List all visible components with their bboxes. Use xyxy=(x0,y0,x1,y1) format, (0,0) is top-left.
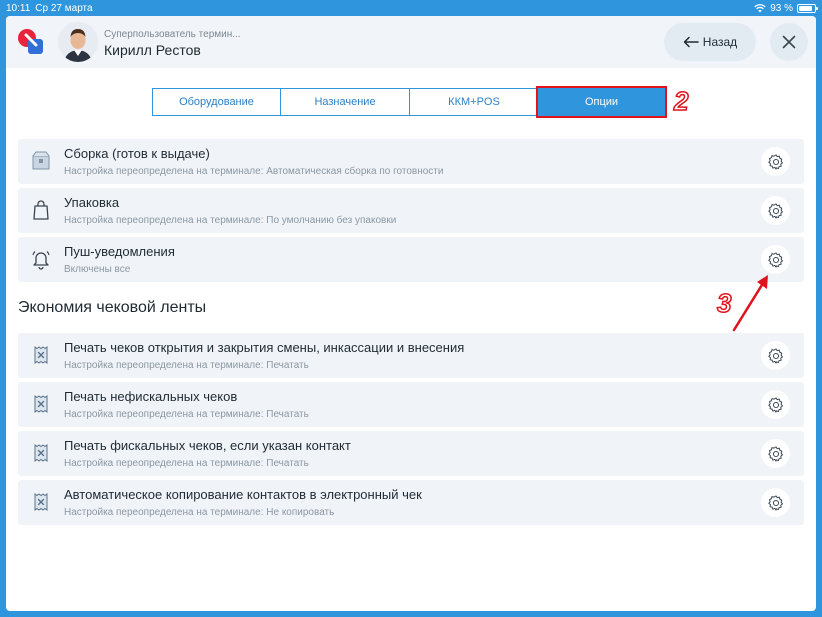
close-button[interactable] xyxy=(770,23,808,61)
receipt-icon xyxy=(34,493,48,511)
tab-equipment[interactable]: Оборудование xyxy=(152,88,281,116)
list-item-subtitle: Настройка переопределена на терминале: П… xyxy=(64,458,309,469)
section-title: Экономия чековой ленты xyxy=(18,299,207,316)
user-name: Кирилл Рестов xyxy=(104,42,201,58)
gear-icon xyxy=(767,153,783,170)
app-window: Суперпользователь термин... Кирилл Ресто… xyxy=(6,16,816,611)
list-item-subtitle: Включены все xyxy=(64,264,131,275)
gear-icon xyxy=(767,202,783,219)
settings-button[interactable] xyxy=(761,390,790,419)
list-item-subtitle: Настройка переопределена на терминале: П… xyxy=(64,409,309,420)
list-item-title: Печать фискальных чеков, если указан кон… xyxy=(64,438,351,453)
battery-icon xyxy=(797,3,818,13)
tab-bar: Оборудование Назначение ККМ+POS Опции xyxy=(152,86,667,118)
box-icon xyxy=(32,151,50,170)
receipt-options-list: Печать чеков открытия и закрытия смены, … xyxy=(18,333,804,529)
tab-kkm-pos[interactable]: ККМ+POS xyxy=(409,88,539,116)
annotation-arrow xyxy=(732,275,768,332)
status-bar: 10:11 Ср 27 марта 93 % xyxy=(0,0,822,16)
arrow-left-icon xyxy=(683,36,699,48)
list-item-title: Автоматическое копирование контактов в э… xyxy=(64,487,422,502)
list-item: Упаковка Настройка переопределена на тер… xyxy=(18,188,804,233)
receipt-icon xyxy=(34,346,48,364)
receipt-icon xyxy=(34,395,48,413)
list-item: Печать чеков открытия и закрытия смены, … xyxy=(18,333,804,378)
list-item: Печать нефискальных чеков Настройка пере… xyxy=(18,382,804,427)
gear-icon xyxy=(767,396,783,413)
avatar xyxy=(58,22,98,62)
tab-options[interactable]: Опции xyxy=(536,86,667,118)
gear-icon xyxy=(767,445,783,462)
list-item: Пуш-уведомления Включены все xyxy=(18,237,804,282)
list-item-title: Печать чеков открытия и закрытия смены, … xyxy=(64,340,465,355)
list-item: Печать фискальных чеков, если указан кон… xyxy=(18,431,804,476)
bag-icon xyxy=(33,200,49,220)
list-item-title: Пуш-уведомления xyxy=(64,244,175,259)
wifi-icon xyxy=(754,3,766,12)
settings-button[interactable] xyxy=(761,488,790,517)
list-item-subtitle: Настройка переопределена на терминале: П… xyxy=(64,360,309,371)
settings-button[interactable] xyxy=(761,341,790,370)
receipt-icon xyxy=(34,444,48,462)
gear-icon xyxy=(767,347,783,364)
user-role: Суперпользователь термин... xyxy=(104,29,241,40)
back-button-label: Назад xyxy=(702,35,738,49)
back-button[interactable]: Назад xyxy=(664,23,756,61)
list-item-subtitle: Настройка переопределена на терминале: П… xyxy=(64,215,397,226)
settings-button[interactable] xyxy=(761,196,790,225)
close-icon xyxy=(782,35,796,49)
status-date: Ср 27 марта xyxy=(35,2,93,14)
bell-icon xyxy=(32,251,50,270)
gear-icon xyxy=(767,251,783,268)
gear-icon xyxy=(767,494,783,511)
list-item-subtitle: Настройка переопределена на терминале: А… xyxy=(64,166,444,177)
list-item-title: Упаковка xyxy=(64,195,120,210)
header: Суперпользователь термин... Кирилл Ресто… xyxy=(6,16,816,68)
list-item: Сборка (готов к выдаче) Настройка переоп… xyxy=(18,139,804,184)
list-item-title: Сборка (готов к выдаче) xyxy=(64,146,210,161)
list-item-subtitle: Настройка переопределена на терминале: Н… xyxy=(64,507,335,518)
annotation-marker-3: 3 xyxy=(716,287,732,319)
settings-button[interactable] xyxy=(761,439,790,468)
options-list: Сборка (готов к выдаче) Настройка переоп… xyxy=(18,139,804,286)
battery-level: 93 % xyxy=(770,2,793,14)
tab-assignment[interactable]: Назначение xyxy=(280,88,410,116)
settings-button[interactable] xyxy=(761,147,790,176)
annotation-marker-2: 2 xyxy=(673,85,689,117)
list-item: Автоматическое копирование контактов в э… xyxy=(18,480,804,525)
list-item-title: Печать нефискальных чеков xyxy=(64,389,238,404)
app-logo xyxy=(18,29,43,54)
status-time: 10:11 xyxy=(6,2,31,14)
